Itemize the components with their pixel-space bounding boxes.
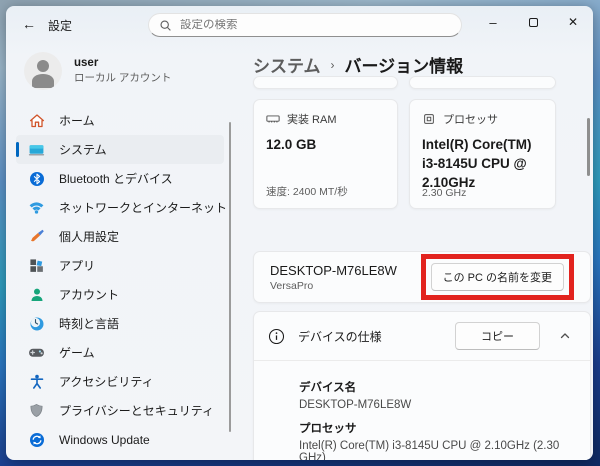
card-sliver bbox=[253, 76, 398, 89]
sidebar-item-system[interactable]: システム bbox=[16, 135, 224, 164]
network-icon bbox=[28, 199, 45, 216]
maximize-icon bbox=[528, 17, 538, 27]
info-icon bbox=[268, 328, 285, 344]
sidebar-item-network-internet[interactable]: ネットワークとインターネット bbox=[16, 193, 228, 222]
windows-update-icon bbox=[28, 431, 45, 448]
rename-pc-button[interactable]: この PC の名前を変更 bbox=[430, 263, 564, 291]
sidebar-item-label: ゲーム bbox=[59, 346, 95, 360]
spec-cards-row: 実装 RAM 12.0 GB 速度: 2400 MT/秒 プロセッサ Intel… bbox=[253, 99, 556, 209]
device-specs-title: デバイスの仕様 bbox=[298, 329, 382, 344]
user-account[interactable]: user ローカル アカウント bbox=[16, 46, 224, 96]
gaming-icon bbox=[28, 344, 45, 361]
spec-label: デバイス名 bbox=[299, 382, 357, 394]
spec-label: プロセッサ bbox=[299, 423, 357, 435]
back-icon: ← bbox=[22, 16, 36, 32]
device-specs-body: デバイス名 DESKTOP-M76LE8W プロセッサ Intel(R) Cor… bbox=[254, 360, 590, 460]
minimize-icon: – bbox=[489, 14, 497, 30]
sidebar-item-bluetooth-devices[interactable]: Bluetooth とデバイス bbox=[16, 164, 224, 193]
sidebar-item-label: 個人用設定 bbox=[59, 230, 120, 244]
privacy-icon bbox=[28, 402, 45, 419]
copy-button[interactable]: コピー bbox=[455, 322, 540, 350]
card-sliver bbox=[409, 76, 556, 89]
search-box[interactable] bbox=[148, 13, 462, 37]
home-icon bbox=[28, 112, 45, 129]
sidebar-item-label: プライバシーとセキュリティ bbox=[59, 404, 215, 418]
sidebar-item-label: アカウント bbox=[59, 288, 120, 302]
sidebar-item-label: アクセシビリティ bbox=[59, 375, 154, 389]
close-button[interactable]: ✕ bbox=[553, 6, 593, 38]
sidebar-item-privacy-security[interactable]: プライバシーとセキュリティ bbox=[16, 396, 224, 425]
ram-icon bbox=[266, 115, 280, 123]
titlebar: ← 設定 – ✕ bbox=[6, 6, 593, 42]
ram-card-value: 12.0 GB bbox=[266, 137, 317, 152]
sidebar-item-label: Bluetooth とデバイス bbox=[59, 172, 173, 186]
search-input[interactable] bbox=[180, 19, 451, 31]
sidebar: user ローカル アカウント ホーム システム Bluetooth とデバイス… bbox=[6, 42, 232, 460]
sidebar-item-label: システム bbox=[59, 143, 107, 157]
device-name: DESKTOP-M76LE8W bbox=[270, 262, 397, 278]
sidebar-item-label: Windows Update bbox=[59, 432, 150, 447]
processor-card-label: プロセッサ bbox=[443, 114, 498, 126]
spec-value: DESKTOP-M76LE8W bbox=[299, 399, 412, 411]
sidebar-item-home[interactable]: ホーム bbox=[16, 106, 224, 135]
accessibility-icon bbox=[28, 373, 45, 390]
main-scrollbar[interactable] bbox=[587, 118, 590, 176]
sidebar-item-label: アプリ bbox=[59, 259, 96, 273]
back-button[interactable]: ← bbox=[16, 11, 42, 37]
spec-value: Intel(R) Core(TM) i3-8145U CPU @ 2.10GHz… bbox=[299, 440, 560, 460]
settings-window: ← 設定 – ✕ user ローカル アカウント bbox=[6, 6, 593, 460]
accounts-icon bbox=[28, 286, 45, 303]
close-icon: ✕ bbox=[567, 15, 579, 29]
processor-card-value: Intel(R) Core(TM) i3-8145U CPU @ 2.10GHz bbox=[422, 137, 532, 190]
device-specs-header[interactable]: デバイスの仕様 コピー bbox=[254, 312, 590, 360]
user-name: user bbox=[74, 57, 99, 69]
sidebar-item-label: 時刻と言語 bbox=[59, 317, 120, 331]
ram-card-label: 実装 RAM bbox=[287, 114, 337, 126]
maximize-button[interactable] bbox=[513, 6, 553, 38]
user-account-type: ローカル アカウント bbox=[74, 72, 172, 84]
annotation-highlight-box: この PC の名前を変更 bbox=[420, 254, 574, 300]
sidebar-item-apps[interactable]: アプリ bbox=[16, 251, 224, 280]
apps-icon bbox=[28, 257, 45, 274]
ram-card-footer: 速度: 2400 MT/秒 bbox=[266, 186, 348, 198]
system-icon bbox=[28, 141, 45, 158]
chevron-up-icon[interactable] bbox=[554, 325, 576, 347]
search-icon bbox=[160, 19, 171, 31]
sidebar-item-label: ネットワークとインターネット bbox=[59, 201, 228, 215]
sidebar-item-accounts[interactable]: アカウント bbox=[16, 280, 224, 309]
sidebar-nav: ホーム システム Bluetooth とデバイス ネットワークとインターネット bbox=[16, 106, 228, 454]
sidebar-item-accessibility[interactable]: アクセシビリティ bbox=[16, 367, 224, 396]
ram-card: 実装 RAM 12.0 GB 速度: 2400 MT/秒 bbox=[253, 99, 398, 209]
sidebar-item-personalization[interactable]: 個人用設定 bbox=[16, 222, 224, 251]
device-specs-card: デバイスの仕様 コピー デバイス名 DESKTOP-M76LE8W プロセッサ … bbox=[253, 311, 591, 460]
time-language-icon bbox=[28, 315, 45, 332]
avatar bbox=[24, 52, 62, 90]
device-name-row: DESKTOP-M76LE8W VersaPro この PC の名前を変更 bbox=[253, 251, 591, 303]
sidebar-item-gaming[interactable]: ゲーム bbox=[16, 338, 224, 367]
cpu-icon bbox=[424, 114, 434, 124]
sidebar-item-label: ホーム bbox=[59, 114, 95, 128]
main-content: システム › バージョン情報 実装 RAM 12.0 GB 速度: 2400 M… bbox=[236, 42, 593, 460]
breadcrumb-separator: › bbox=[330, 57, 335, 72]
minimize-button[interactable]: – bbox=[473, 6, 513, 38]
window-controls: – ✕ bbox=[473, 6, 593, 40]
processor-card: プロセッサ Intel(R) Core(TM) i3-8145U CPU @ 2… bbox=[409, 99, 556, 209]
sidebar-scrollbar[interactable] bbox=[229, 122, 231, 432]
scrolled-card-slivers bbox=[253, 76, 556, 89]
processor-card-footer: 2.30 GHz bbox=[422, 187, 467, 199]
sidebar-item-time-language[interactable]: 時刻と言語 bbox=[16, 309, 224, 338]
personalization-icon bbox=[28, 228, 45, 245]
sidebar-item-windows-update[interactable]: Windows Update bbox=[16, 425, 224, 454]
breadcrumb: システム › バージョン情報 bbox=[253, 52, 463, 77]
breadcrumb-system[interactable]: システム bbox=[253, 52, 321, 77]
page-title: バージョン情報 bbox=[344, 57, 464, 76]
device-model: VersaPro bbox=[270, 279, 314, 292]
app-title: 設定 bbox=[48, 19, 73, 33]
bluetooth-icon bbox=[28, 170, 45, 187]
